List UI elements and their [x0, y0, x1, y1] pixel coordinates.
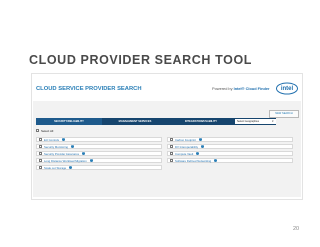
new-search-button[interactable]: NEW SEARCH [269, 110, 299, 118]
brand-name: Intel® Cloud Finder [233, 86, 270, 91]
option-checkbox[interactable] [39, 166, 42, 169]
powered-by: Powered by Intel® Cloud Finder [212, 86, 270, 91]
option-carbon-footprint[interactable]: Carbon Footprint ? [167, 137, 293, 142]
page-number: 20 [293, 226, 300, 232]
option-compute-vault[interactable]: Compute Vault ? [167, 151, 293, 156]
tab-integration-usability[interactable]: INTEGRATION/USABILITY [168, 118, 234, 125]
option-label: Carbon Footprint [175, 137, 196, 142]
tab-security-reliability[interactable]: SECURITY/RELIABILITY [36, 118, 102, 125]
geography-select-value: Select Geographies [237, 120, 259, 123]
info-icon[interactable]: ? [89, 159, 93, 162]
option-checkbox[interactable] [170, 138, 173, 141]
intel-logo-text: intel [281, 86, 294, 92]
option-checkbox[interactable] [39, 145, 42, 148]
info-icon[interactable]: ? [82, 152, 86, 155]
cloud-finder-panel: CLOUD SERVICE PROVIDER SEARCH Powered by… [31, 73, 303, 200]
intel-logo: intel [275, 81, 299, 95]
option-label: Compute Vault [175, 151, 194, 156]
option-dv-interoperability[interactable]: DV Interoperability ? [167, 144, 293, 149]
app-title: CLOUD SERVICE PROVIDER SEARCH [36, 86, 142, 92]
info-icon[interactable]: ? [196, 152, 200, 155]
option-label: Scale out Storage [44, 165, 67, 170]
info-icon[interactable]: ? [70, 145, 74, 148]
info-icon[interactable]: ? [62, 138, 66, 141]
info-icon[interactable]: ? [69, 166, 73, 169]
option-label: EU Controls [44, 137, 60, 142]
option-checkbox[interactable] [170, 152, 173, 155]
option-label: Security Monitoring [44, 144, 68, 149]
option-checkbox[interactable] [39, 152, 42, 155]
option-checkbox[interactable] [39, 159, 42, 162]
option-security-monitoring[interactable]: Security Monitoring ? [36, 144, 162, 149]
option-security-provider-assurance[interactable]: Security Provider Assurance ? [36, 151, 162, 156]
info-icon[interactable]: ? [201, 145, 205, 148]
info-icon[interactable]: ? [214, 159, 218, 162]
option-software-defined-networking[interactable]: Software Defined Networking ? [167, 158, 293, 163]
option-scale-out-storage[interactable]: Scale out Storage ? [36, 165, 162, 170]
option-label: Security Provider Assurance [44, 151, 80, 156]
option-label: Long Distance Workload Migration [44, 158, 87, 163]
search-area: NEW SEARCH SECURITY/RELIABILITY MANAGEME… [33, 101, 301, 197]
option-long-distance-workload-migration[interactable]: Long Distance Workload Migration ? [36, 158, 162, 163]
option-label: Software Defined Networking [175, 158, 212, 163]
info-icon[interactable]: ? [199, 138, 202, 141]
option-checkbox[interactable] [170, 159, 173, 162]
tab-management-services[interactable]: MANAGEMENT SERVICES [102, 118, 168, 125]
select-all-row[interactable]: Select All [36, 128, 53, 133]
category-tab-bar: SECURITY/RELIABILITY MANAGEMENT SERVICES… [36, 118, 276, 125]
select-all-checkbox[interactable] [36, 129, 39, 132]
geography-select[interactable]: Select Geographies ▼ [235, 119, 276, 124]
option-checkbox[interactable] [170, 145, 173, 148]
powered-by-label: Powered by [212, 86, 233, 91]
panel-header: CLOUD SERVICE PROVIDER SEARCH Powered by… [32, 74, 302, 101]
select-all-label: Select All [41, 128, 54, 133]
chevron-down-icon: ▼ [271, 120, 274, 123]
option-label: DV Interoperability [175, 144, 199, 149]
slide-title: CLOUD PROVIDER SEARCH TOOL [29, 53, 253, 67]
option-eu-controls[interactable]: EU Controls ? [36, 137, 162, 142]
option-checkbox[interactable] [39, 138, 42, 141]
